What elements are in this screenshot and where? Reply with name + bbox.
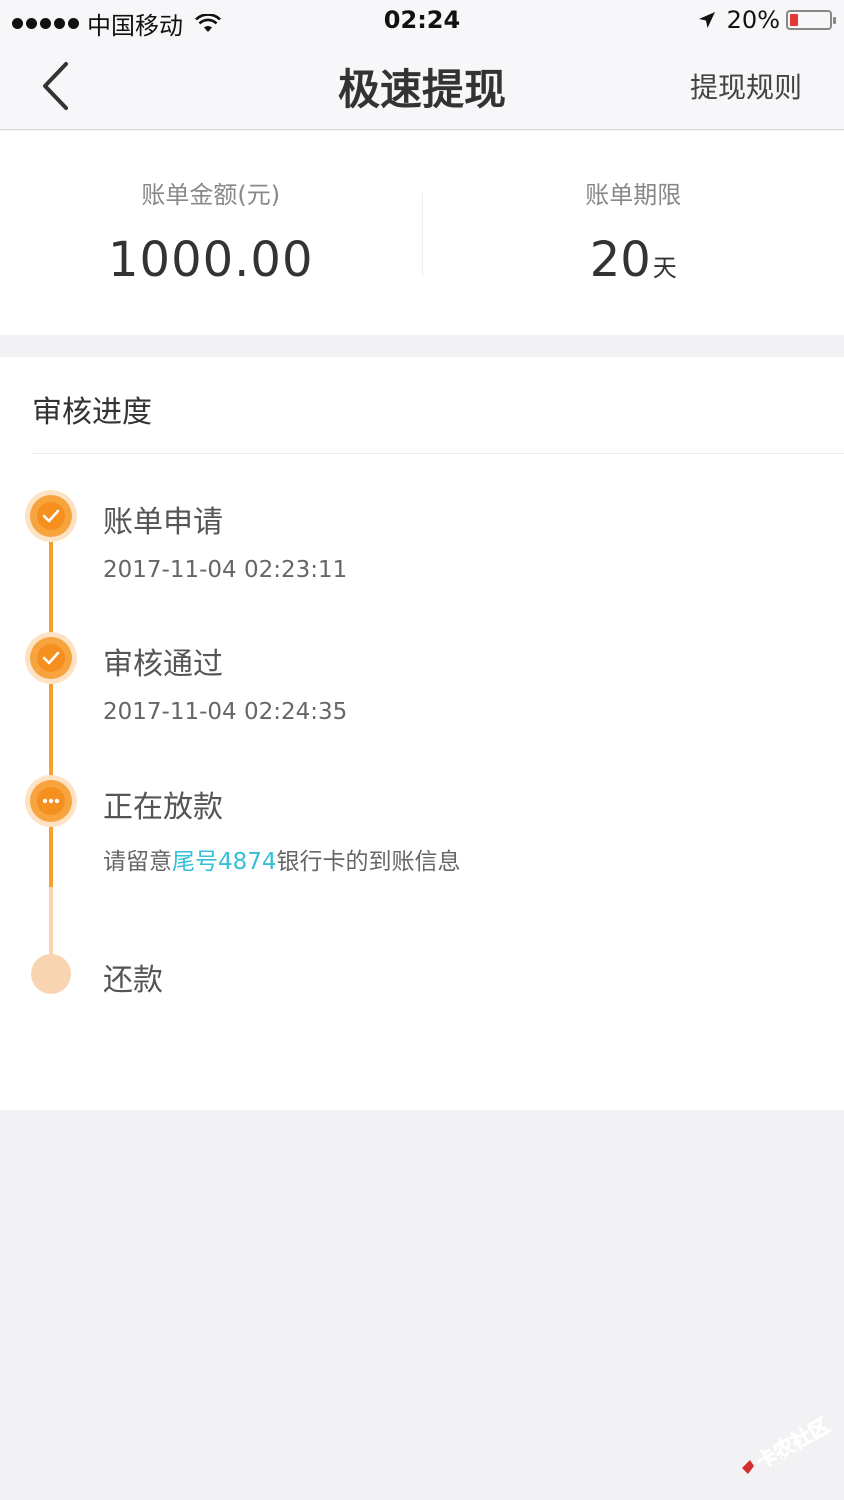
bill-term-unit: 天 — [652, 254, 677, 282]
timeline-line-done — [49, 517, 53, 887]
navigation-bar: 极速提现 提现规则 — [0, 42, 844, 130]
note-prefix: 请留意 — [103, 849, 172, 875]
status-bar: 中国移动 02:24 20% — [0, 0, 844, 42]
step-name: 审核通过 — [103, 647, 223, 682]
bill-amount-label: 账单金额(元) — [141, 181, 281, 209]
progress-divider — [32, 453, 844, 454]
step-time: 2017-11-04 02:23:11 — [103, 557, 348, 583]
battery-icon — [786, 10, 836, 30]
bill-summary-card: 账单金额(元) 1000.00 账单期限 20天 — [0, 131, 844, 335]
bill-term-value-wrap: 20天 — [423, 232, 844, 288]
status-right: 20% — [697, 6, 836, 34]
step-name: 还款 — [103, 963, 163, 998]
more-dots-icon — [30, 780, 72, 822]
location-arrow-icon — [698, 12, 715, 28]
review-progress-card: 审核进度 账单申请 2017-11-04 02:23:11 审核通过 2017-… — [0, 357, 844, 1110]
watermark-logo: 卡农社区 — [738, 1408, 834, 1480]
check-icon — [30, 637, 72, 679]
battery-percent: 20% — [726, 6, 780, 34]
step-note: 请留意尾号4874银行卡的到账信息 — [103, 842, 461, 876]
svg-text:卡农社区: 卡农社区 — [752, 1413, 833, 1474]
pending-dot-icon — [31, 954, 71, 994]
card-tail-number: 尾号4874 — [172, 849, 277, 875]
check-icon — [30, 495, 72, 537]
bill-term-value: 20 — [589, 232, 651, 288]
bill-term-label: 账单期限 — [585, 181, 682, 209]
bill-amount-value: 1000.00 — [108, 232, 314, 288]
progress-title: 审核进度 — [32, 395, 152, 430]
battery-level-fill — [790, 14, 799, 26]
bill-term-section: 账单期限 20天 — [423, 131, 844, 335]
step-time: 2017-11-04 02:24:35 — [103, 699, 348, 725]
bill-amount-section: 账单金额(元) 1000.00 — [0, 131, 422, 335]
note-suffix: 银行卡的到账信息 — [276, 849, 461, 875]
step-name: 正在放款 — [103, 790, 223, 825]
withdraw-rules-link[interactable]: 提现规则 — [690, 66, 802, 106]
step-name: 账单申请 — [103, 505, 223, 540]
